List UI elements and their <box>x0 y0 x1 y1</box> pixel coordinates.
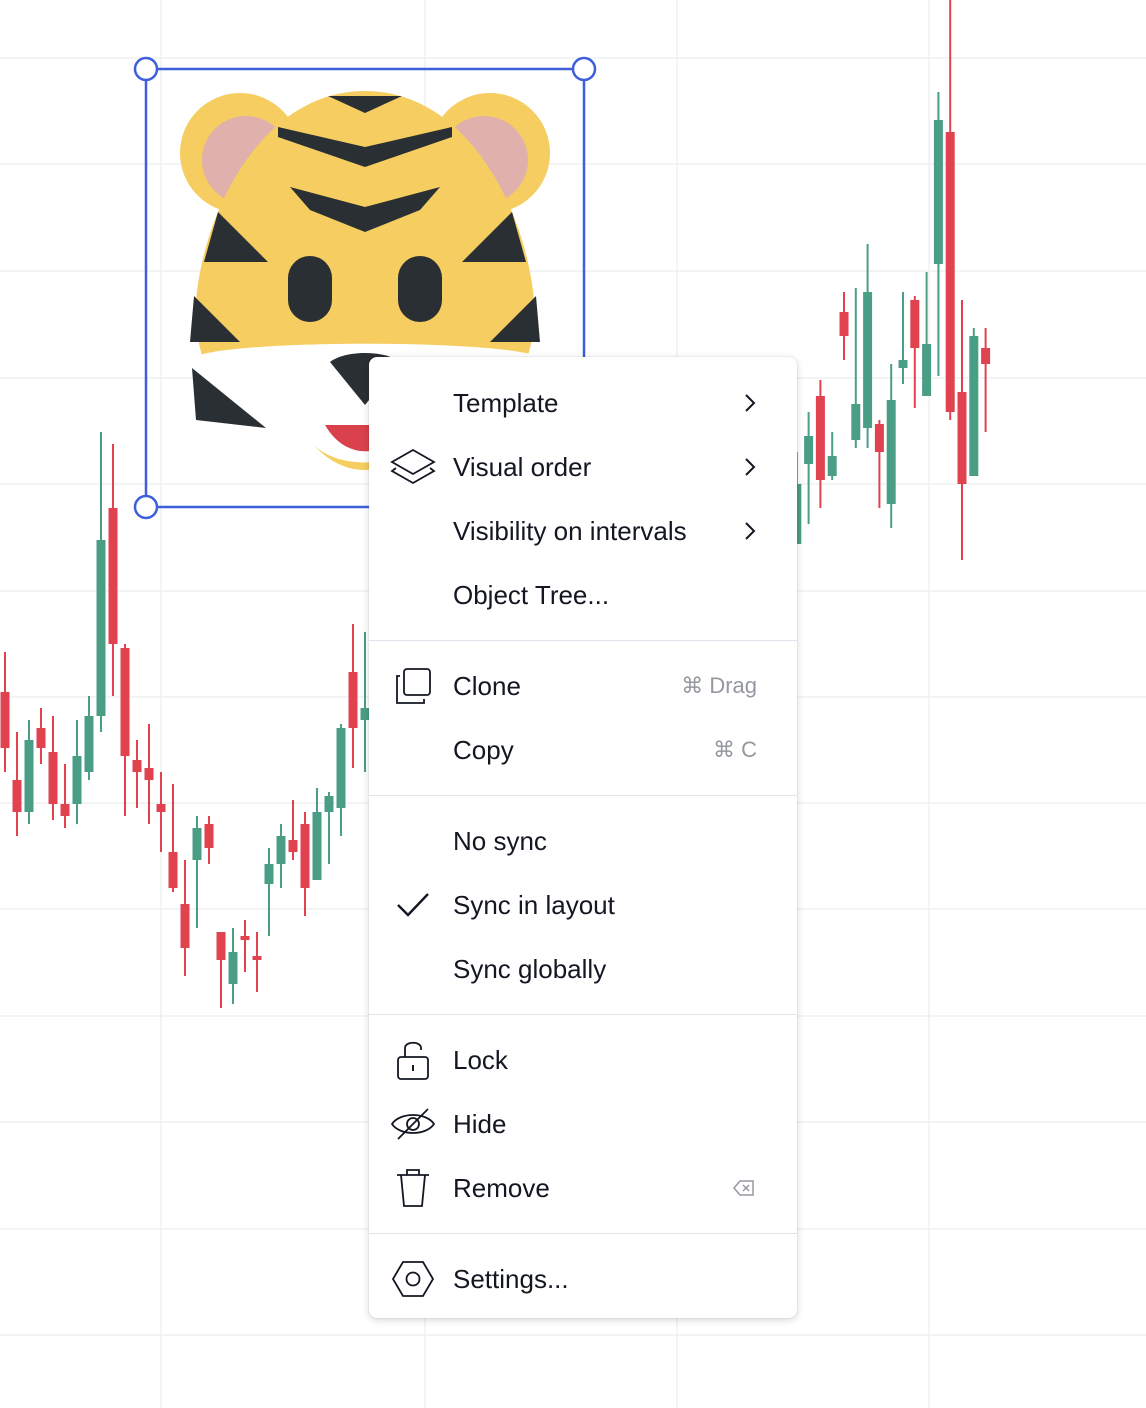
settings-hexagon-icon <box>389 1261 437 1297</box>
candle <box>804 412 814 524</box>
candle <box>240 920 250 972</box>
unlock-icon <box>389 1041 437 1080</box>
candle <box>108 444 118 696</box>
candle <box>300 812 310 916</box>
candle <box>933 92 943 376</box>
candle <box>863 244 873 448</box>
candle <box>96 432 106 732</box>
menu-item-copy[interactable]: Copy ⌘ C <box>369 718 797 782</box>
menu-item-visual-order[interactable]: Visual order <box>369 435 797 499</box>
eye-off-icon <box>389 1106 437 1142</box>
candle <box>827 432 837 480</box>
menu-item-sync-globally[interactable]: Sync globally <box>369 937 797 1001</box>
resize-handle-top-right[interactable] <box>571 56 597 82</box>
shortcut-hint: ⌘ Drag <box>681 673 757 698</box>
menu-item-no-sync[interactable]: No sync <box>369 809 797 873</box>
menu-item-object-tree[interactable]: Object Tree... <box>369 563 797 627</box>
shortcut-hint: ⌘ C <box>713 737 757 762</box>
menu-item-clone[interactable]: Clone ⌘ Drag <box>369 654 797 718</box>
menu-divider <box>369 1233 797 1234</box>
chevron-right-icon <box>745 458 756 476</box>
context-menu: Template Visual order Visibility on inte… <box>369 357 797 1318</box>
candle <box>336 724 346 836</box>
candle <box>24 720 34 824</box>
candle <box>898 292 908 384</box>
menu-item-label: No sync <box>453 825 547 856</box>
menu-item-label: Remove <box>453 1172 550 1203</box>
candle <box>312 788 322 880</box>
menu-item-template[interactable]: Template <box>369 371 797 435</box>
menu-item-hide[interactable]: Hide <box>369 1092 797 1156</box>
menu-divider <box>369 795 797 796</box>
candle <box>874 420 884 508</box>
candle <box>204 816 214 864</box>
menu-item-visibility-intervals[interactable]: Visibility on intervals <box>369 499 797 563</box>
menu-item-label: Object Tree... <box>453 579 610 610</box>
candle <box>815 380 825 508</box>
menu-item-remove[interactable]: Remove <box>369 1156 797 1220</box>
menu-item-label: Sync globally <box>453 953 607 984</box>
candle <box>84 696 94 780</box>
candle <box>216 932 226 1008</box>
layers-icon <box>389 448 437 485</box>
candle <box>228 928 238 1004</box>
menu-item-label: Template <box>453 387 559 418</box>
candle <box>348 624 358 768</box>
chevron-right-icon <box>745 394 756 412</box>
candle <box>60 764 70 828</box>
menu-item-sync-in-layout[interactable]: Sync in layout <box>369 873 797 937</box>
candle <box>288 800 298 860</box>
candle <box>851 288 861 448</box>
clone-icon <box>389 668 437 704</box>
candle <box>0 652 10 772</box>
candle <box>72 720 82 824</box>
menu-item-lock[interactable]: Lock <box>369 1028 797 1092</box>
candle <box>839 292 849 360</box>
candle <box>969 328 979 476</box>
menu-divider <box>369 640 797 641</box>
menu-item-label: Settings... <box>453 1263 569 1294</box>
candle <box>36 708 46 764</box>
resize-handle-bottom-left[interactable] <box>133 494 159 520</box>
candle <box>132 740 142 808</box>
menu-item-label: Clone <box>453 670 521 701</box>
candle <box>192 816 202 928</box>
checkmark-icon <box>389 887 437 923</box>
menu-item-settings[interactable]: Settings... <box>369 1247 797 1311</box>
menu-item-label: Lock <box>453 1044 508 1075</box>
candle <box>324 792 334 864</box>
menu-item-label: Hide <box>453 1108 507 1139</box>
candle <box>144 724 154 824</box>
candle <box>252 932 262 992</box>
candle <box>981 328 991 432</box>
backspace-icon <box>733 1180 754 1196</box>
resize-handle-top-left[interactable] <box>133 56 159 82</box>
candle <box>156 772 166 852</box>
candle <box>957 300 967 560</box>
menu-divider <box>369 1014 797 1015</box>
candle <box>910 296 920 408</box>
candle <box>276 824 286 888</box>
menu-item-label: Visual order <box>453 451 592 482</box>
chevron-right-icon <box>745 522 756 540</box>
menu-item-label: Sync in layout <box>453 889 615 920</box>
menu-item-label: Copy <box>453 734 514 765</box>
candle <box>12 732 22 836</box>
candle <box>168 784 178 892</box>
candle <box>264 848 274 936</box>
candle <box>180 860 190 976</box>
candle <box>886 364 896 528</box>
candle <box>48 716 58 820</box>
candle <box>945 0 955 420</box>
trash-icon <box>389 1169 437 1207</box>
menu-item-label: Visibility on intervals <box>453 515 687 546</box>
candle <box>120 644 130 816</box>
